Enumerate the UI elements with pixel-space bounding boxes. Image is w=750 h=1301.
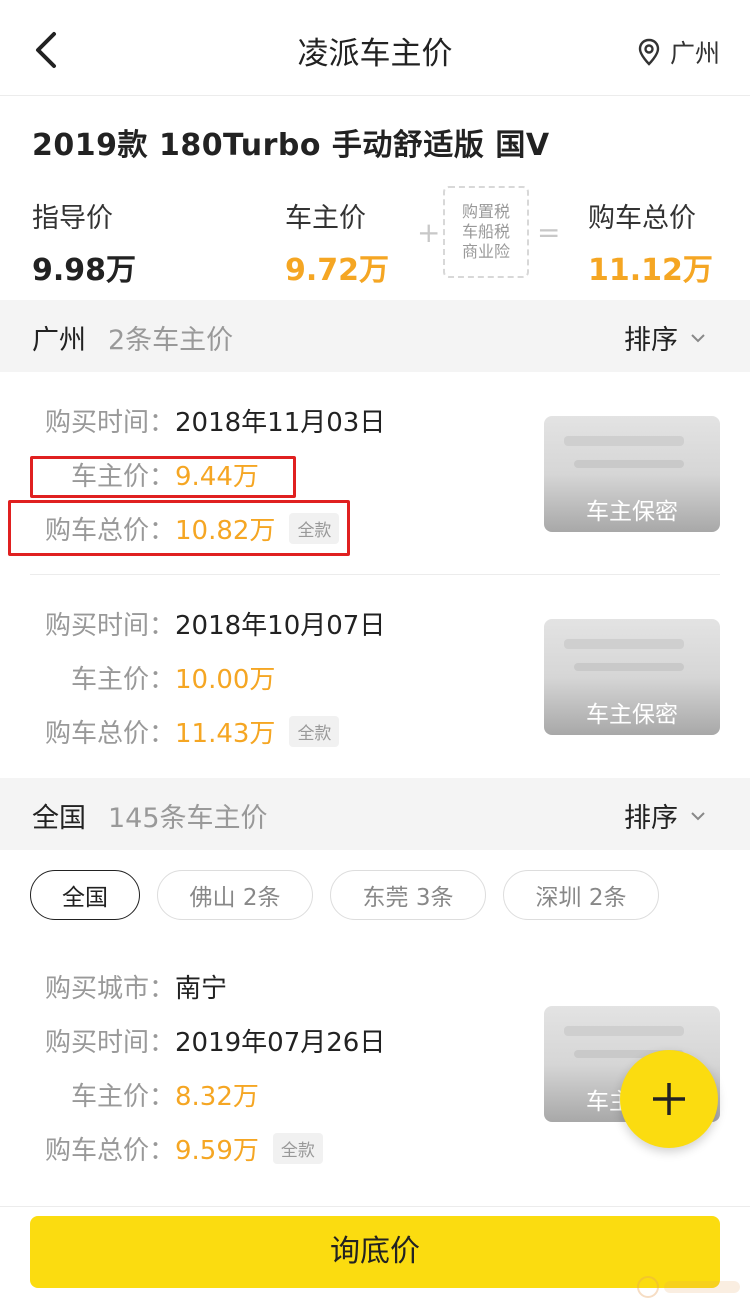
guide-price: 指导价 9.98万 — [32, 196, 136, 289]
field-label: 购车总价： — [44, 719, 175, 749]
tax-line: 车船税 — [461, 222, 510, 241]
photo-caption: 车主保密 — [586, 499, 678, 525]
field-value: 11.43万 — [175, 719, 276, 749]
chip-shenzhen[interactable]: 深圳 2条 — [503, 870, 659, 920]
total-price: 购车总价 11.12万 — [588, 196, 713, 289]
field-value: 8.32万 — [175, 1082, 259, 1112]
owner-price: 车主价 9.72万 — [285, 196, 389, 289]
chevron-down-icon — [691, 811, 705, 820]
nav-bar: 凌派车主价 广州 — [0, 0, 750, 96]
tax-line: 购置税 — [461, 202, 510, 221]
total-price-row: 购车总价： 11.43万 全款 — [32, 713, 340, 750]
section-header-national: 全国 145条车主价 排序 — [0, 778, 750, 850]
field-label: 购车总价： — [44, 1136, 175, 1166]
location-selector[interactable]: 广州 — [638, 34, 720, 70]
total-price-row: 购车总价： 9.59万 全款 — [32, 1130, 323, 1167]
total-price-value: 11.12万 — [588, 253, 713, 288]
owner-price-label: 车主价 — [285, 203, 366, 234]
field-value: 2019年07月26日 — [175, 1028, 386, 1058]
tax-line: 商业险 — [461, 242, 510, 261]
highlight-box — [8, 500, 350, 556]
equals-sign: = — [537, 216, 561, 249]
section-city: 广州 — [32, 325, 86, 356]
section-count: 2条车主价 — [108, 325, 234, 356]
inquire-price-button[interactable]: 询底价 — [30, 1216, 720, 1288]
city-filter-chips: 全国 佛山 2条 东莞 3条 深圳 2条 — [0, 850, 750, 948]
purchase-time-row: 购买时间： 2019年07月26日 — [32, 1022, 385, 1059]
chip-foshan[interactable]: 佛山 2条 — [157, 870, 313, 920]
sort-button[interactable]: 排序 — [624, 796, 706, 835]
field-label: 购买城市： — [44, 974, 175, 1004]
plus-icon — [653, 1083, 685, 1115]
field-value: 2018年10月07日 — [175, 611, 386, 641]
list-item[interactable]: 购买时间： 2018年11月03日 车主价： 9.44万 购车总价： 10.82… — [8, 372, 720, 575]
owner-price-value: 9.72万 — [285, 253, 390, 288]
purchase-time-row: 购买时间： 2018年10月07日 — [32, 605, 385, 642]
field-label: 购买时间： — [44, 1028, 175, 1058]
field-value: 南宁 — [175, 974, 228, 1004]
field-label: 购买时间： — [44, 408, 175, 438]
sort-label: 排序 — [624, 803, 678, 834]
payment-tag: 全款 — [289, 716, 340, 747]
list-item[interactable]: 购买时间： 2018年10月07日 车主价： 10.00万 购车总价： 11.4… — [30, 575, 720, 778]
total-price-label: 购车总价 — [588, 203, 696, 234]
field-label: 车主价： — [70, 665, 175, 695]
tax-box: 购置税 车船税 商业险 — [443, 186, 529, 278]
owner-price-row: 车主价： 10.00万 — [32, 659, 275, 696]
owner-photo: 车主保密 — [544, 416, 720, 532]
sort-label: 排序 — [624, 325, 678, 356]
owner-photo: 车主保密 — [544, 619, 720, 735]
guide-price-value: 9.98万 — [32, 253, 137, 288]
chevron-down-icon — [691, 333, 705, 342]
car-summary: 2019款 180Turbo 手动舒适版 国V 指导价 9.98万 车主价 9.… — [0, 96, 750, 300]
owner-price-row: 车主价： 8.32万 — [32, 1076, 259, 1113]
field-label: 车主价： — [70, 1082, 175, 1112]
section-count: 145条车主价 — [108, 803, 268, 834]
field-value: 2018年11月03日 — [175, 408, 386, 438]
field-value: 10.00万 — [175, 665, 276, 695]
section-city: 全国 — [32, 803, 86, 834]
add-button[interactable] — [620, 1050, 718, 1148]
price-breakdown: 指导价 9.98万 车主价 9.72万 + 购置税 车船税 商业险 = 购车总价… — [32, 174, 718, 294]
payment-tag: 全款 — [272, 1133, 323, 1164]
highlight-box — [30, 456, 296, 498]
car-model-title: 2019款 180Turbo 手动舒适版 国V — [32, 128, 550, 163]
field-label: 购买时间： — [44, 611, 175, 641]
sort-button[interactable]: 排序 — [624, 318, 706, 357]
field-value: 9.59万 — [175, 1136, 259, 1166]
location-pin-icon — [638, 38, 660, 66]
section-header-local: 广州 2条车主价 排序 — [0, 300, 750, 372]
purchase-city-row: 购买城市： 南宁 — [32, 968, 227, 1005]
purchase-time-row: 购买时间： 2018年11月03日 — [32, 402, 385, 439]
location-label: 广州 — [669, 39, 720, 68]
list-item[interactable]: 购买城市： 南宁 购买时间： 2019年07月26日 车主价： 8.32万 购车… — [30, 948, 720, 1208]
divider — [0, 1206, 750, 1207]
chip-dongguan[interactable]: 东莞 3条 — [330, 870, 486, 920]
plus-sign: + — [417, 216, 441, 249]
watermark-logo-icon — [637, 1276, 740, 1298]
photo-caption: 车主保密 — [586, 702, 678, 728]
guide-price-label: 指导价 — [32, 203, 113, 234]
chip-national[interactable]: 全国 — [30, 870, 140, 920]
